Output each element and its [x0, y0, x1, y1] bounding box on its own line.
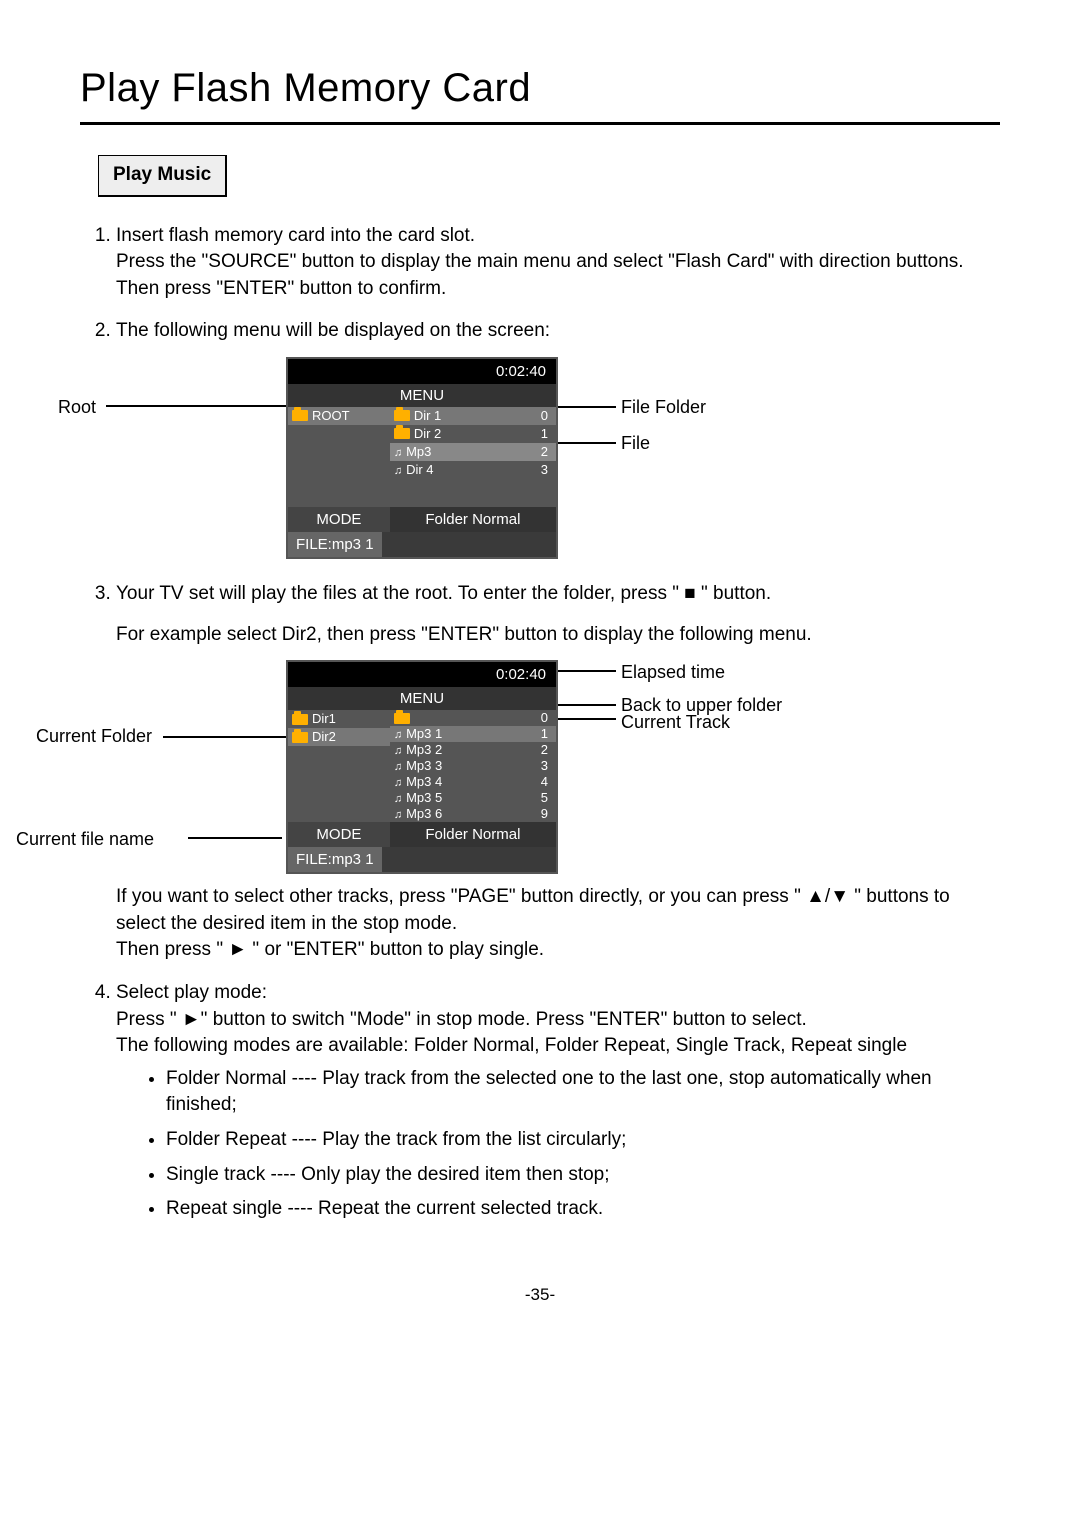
page-title: Play Flash Memory Card [80, 60, 1000, 125]
callout-line [556, 704, 616, 706]
callout-line [188, 837, 282, 839]
step-3-line-c: If you want to select other tracks, pres… [116, 884, 1000, 937]
list-item[interactable]: Dir 2 1 [390, 425, 556, 443]
file-label: FILE:mp3 1 [288, 847, 382, 872]
item-index: 1 [541, 425, 552, 443]
page-number: -35- [80, 1283, 1000, 1307]
elapsed-time: 0:02:40 [286, 357, 558, 384]
item-label: Mp3 6 [406, 805, 442, 823]
step-3-line-a: Your TV set will play the files at the r… [116, 583, 771, 604]
tv-menu-screen-1: 0:02:40 MENU ROOT Dir 1 0 [286, 357, 558, 559]
mode-label: MODE [288, 507, 390, 532]
item-index: 0 [541, 407, 552, 425]
file-label: FILE:mp3 1 [288, 532, 382, 557]
elapsed-time: 0:02:40 [286, 660, 558, 687]
list-item[interactable]: Mp3 3 3 [390, 758, 556, 774]
mode-bullet-folder-repeat: Folder Repeat ---- Play the track from t… [166, 1127, 1000, 1154]
list-item[interactable]: Mp3 1 1 [390, 726, 556, 742]
folder-icon [394, 713, 410, 724]
step-4-line-a: Select play mode: [116, 982, 267, 1003]
music-icon [394, 443, 402, 461]
root-item[interactable]: ROOT [288, 407, 390, 425]
menu-diagram-1: Root File Folder File 0:02:40 MENU ROOT [116, 357, 1000, 557]
music-icon [394, 461, 402, 479]
callout-current-folder: Current Folder [36, 724, 152, 749]
step-3-line-d: Then press " ► " or "ENTER" button to pl… [116, 937, 1000, 964]
step-4: Select play mode: Press " ►" button to s… [116, 980, 1000, 1223]
item-label: Dir2 [312, 728, 336, 746]
mode-label: MODE [288, 822, 390, 847]
item-label: Dir 1 [414, 407, 441, 425]
callout-line [163, 736, 293, 738]
step-3: Your TV set will play the files at the r… [116, 581, 1000, 964]
list-item[interactable]: Dir 1 0 [390, 407, 556, 425]
callout-root: Root [58, 395, 96, 420]
music-icon [394, 805, 402, 823]
list-item[interactable]: Mp3 5 5 [390, 790, 556, 806]
list-item[interactable]: Mp3 6 9 [390, 806, 556, 822]
step-4-line-c: The following modes are available: Folde… [116, 1035, 907, 1056]
step-2: The following menu will be displayed on … [116, 318, 1000, 557]
section-header-play-music: Play Music [98, 155, 227, 197]
item-label: Dir 2 [414, 425, 441, 443]
step-2-text: The following menu will be displayed on … [116, 320, 550, 341]
callout-elapsed: Elapsed time [621, 660, 725, 685]
callout-file: File [621, 431, 650, 456]
folder-icon [292, 714, 308, 725]
item-index: 9 [541, 805, 552, 823]
folder-icon [292, 410, 308, 421]
folder-icon [394, 410, 410, 421]
item-label: Mp3 [406, 443, 431, 461]
callout-current-file: Current file name [16, 827, 154, 852]
mode-value: Folder Normal [390, 822, 556, 847]
list-item[interactable]: Dir1 [288, 710, 390, 728]
folder-icon [394, 428, 410, 439]
step-3-line-b: For example select Dir2, then press "ENT… [116, 622, 1000, 649]
step-4-line-b: Press " ►" button to switch "Mode" in st… [116, 1009, 807, 1030]
list-item[interactable]: Mp3 2 2 [390, 742, 556, 758]
list-item[interactable]: Mp3 4 4 [390, 774, 556, 790]
up-folder-item[interactable]: 0 [390, 710, 556, 726]
callout-file-folder: File Folder [621, 395, 706, 420]
mode-bullet-single-track: Single track ---- Only play the desired … [166, 1162, 1000, 1189]
item-label: Dir 4 [406, 461, 433, 479]
menu-diagram-2: Current Folder Current file name Elapsed… [116, 660, 1000, 860]
item-index: 3 [541, 461, 552, 479]
tv-menu-screen-2: 0:02:40 MENU Dir1 Dir2 [286, 660, 558, 874]
mode-bullet-folder-normal: Folder Normal ---- Play track from the s… [166, 1066, 1000, 1119]
menu-label: MENU [286, 687, 558, 710]
step-1-line-b: Press the "SOURCE" button to display the… [116, 251, 964, 299]
item-label: Dir1 [312, 710, 336, 728]
list-item[interactable]: Dir2 [288, 728, 390, 746]
mode-value: Folder Normal [390, 507, 556, 532]
item-index: 2 [541, 443, 552, 461]
callout-line [556, 718, 616, 720]
list-item[interactable]: Mp3 2 [390, 443, 556, 461]
list-item[interactable]: Dir 4 3 [390, 461, 556, 479]
folder-icon [292, 732, 308, 743]
mode-bullet-repeat-single: Repeat single ---- Repeat the current se… [166, 1196, 1000, 1223]
callout-line [556, 670, 616, 672]
callout-current-track: Current Track [621, 710, 730, 735]
step-1-line-a: Insert flash memory card into the card s… [116, 225, 475, 246]
callout-line [106, 405, 286, 407]
root-label: ROOT [312, 407, 350, 425]
step-1: Insert flash memory card into the card s… [116, 223, 1000, 303]
menu-label: MENU [286, 384, 558, 407]
